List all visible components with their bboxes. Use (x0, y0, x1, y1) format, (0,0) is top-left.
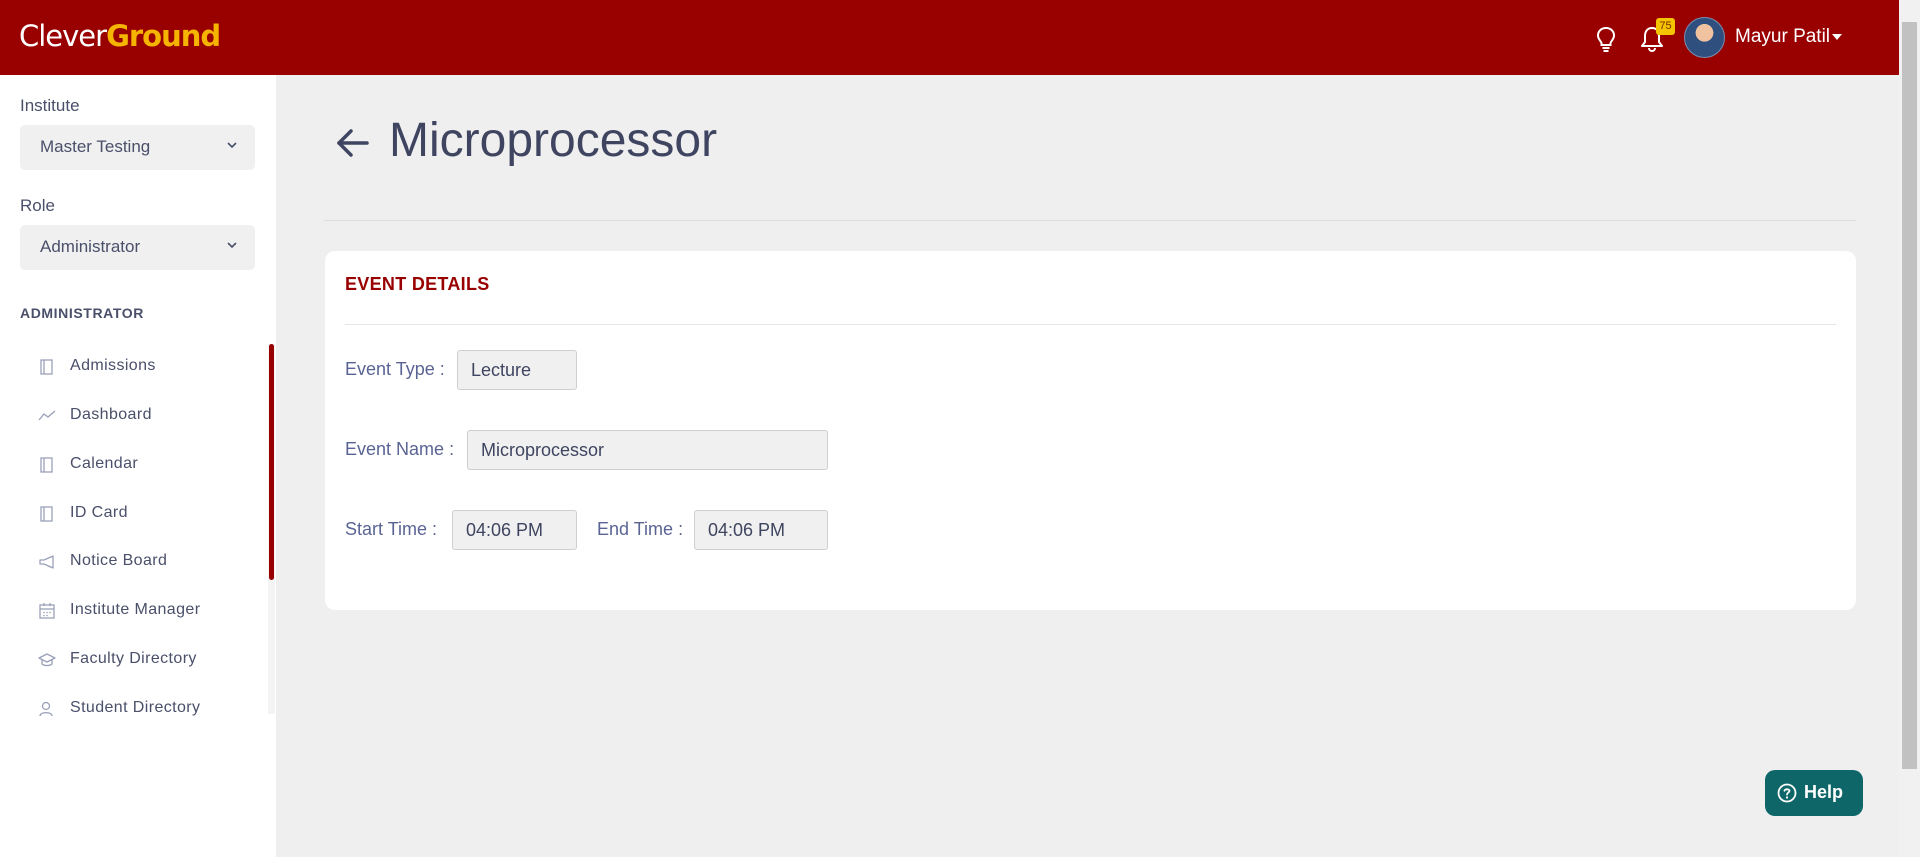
card-title: EVENT DETAILS (345, 274, 490, 294)
sidebar-item-label: Calendar (70, 455, 139, 472)
book-icon (40, 506, 53, 522)
sidebar-item-label: ID Card (70, 504, 128, 521)
book-icon (40, 457, 53, 473)
role-label: Role (20, 196, 55, 215)
user-name[interactable]: Mayur Patil (1735, 26, 1830, 48)
end-time-label: End Time : (597, 519, 684, 539)
logo-text-clever: Clever (19, 19, 107, 53)
user-avatar[interactable] (1684, 17, 1725, 58)
start-time-field[interactable]: 04:06 PM (452, 510, 577, 550)
calendar-grid-icon (39, 603, 55, 619)
sidebar-item-student-directory[interactable]: Student Directory (38, 696, 258, 722)
sidebar-item-dashboard[interactable]: Dashboard (38, 403, 258, 429)
header-divider (324, 220, 1856, 221)
sidebar-item-label: Faculty Directory (70, 650, 197, 667)
question-circle-icon (1777, 783, 1797, 803)
end-time-field[interactable]: 04:06 PM (694, 510, 828, 550)
sidebar-item-admissions[interactable]: Admissions (38, 354, 258, 380)
sidebar-item-faculty-directory[interactable]: Faculty Directory (38, 647, 258, 673)
event-type-field[interactable]: Lecture (457, 350, 577, 390)
chevron-down-icon (227, 142, 237, 149)
page-scrollbar-thumb[interactable] (1902, 22, 1917, 769)
sidebar-item-label: Admissions (70, 357, 156, 374)
caret-down-icon[interactable] (1832, 34, 1842, 40)
lightbulb-icon[interactable] (1591, 24, 1621, 54)
event-type-label: Event Type : (345, 359, 445, 379)
sidebar-item-calendar[interactable]: Calendar (38, 452, 258, 478)
sidebar-item-label: Student Directory (70, 699, 201, 716)
app-logo[interactable]: CleverGround (19, 19, 221, 53)
card-divider (345, 324, 1836, 325)
role-select-value: Administrator (40, 237, 141, 256)
role-select[interactable]: Administrator (20, 225, 255, 270)
institute-select[interactable]: Master Testing (20, 125, 255, 170)
graduation-cap-icon (38, 653, 56, 667)
help-button-label: Help (1804, 782, 1844, 802)
institute-select-value: Master Testing (40, 137, 151, 156)
sidebar-item-label: Notice Board (70, 552, 168, 569)
sidebar-item-label: Dashboard (70, 406, 152, 423)
event-name-field[interactable]: Microprocessor (467, 430, 828, 470)
trend-line-icon (38, 410, 56, 421)
megaphone-icon (39, 555, 54, 569)
sidebar-section-heading: ADMINISTRATOR (20, 305, 144, 321)
start-time-label: Start Time : (345, 519, 438, 539)
event-name-label: Event Name : (345, 439, 455, 459)
institute-label: Institute (20, 96, 80, 115)
back-arrow-icon[interactable] (335, 125, 371, 161)
sidebar-item-institute-manager[interactable]: Institute Manager (38, 598, 258, 624)
sidebar-scrollbar-thumb[interactable] (269, 344, 274, 580)
notification-count-badge: 75 (1656, 18, 1675, 35)
chevron-down-icon (227, 242, 237, 249)
book-icon (40, 359, 53, 375)
users-icon (39, 701, 53, 717)
help-button[interactable]: Help (1765, 770, 1863, 816)
logo-text-ground: Ground (106, 19, 221, 53)
sidebar-item-label: Institute Manager (70, 601, 201, 618)
sidebar-item-id-card[interactable]: ID Card (38, 501, 258, 527)
sidebar-item-notice-board[interactable]: Notice Board (38, 549, 258, 575)
page-title: Microprocessor (389, 114, 718, 167)
